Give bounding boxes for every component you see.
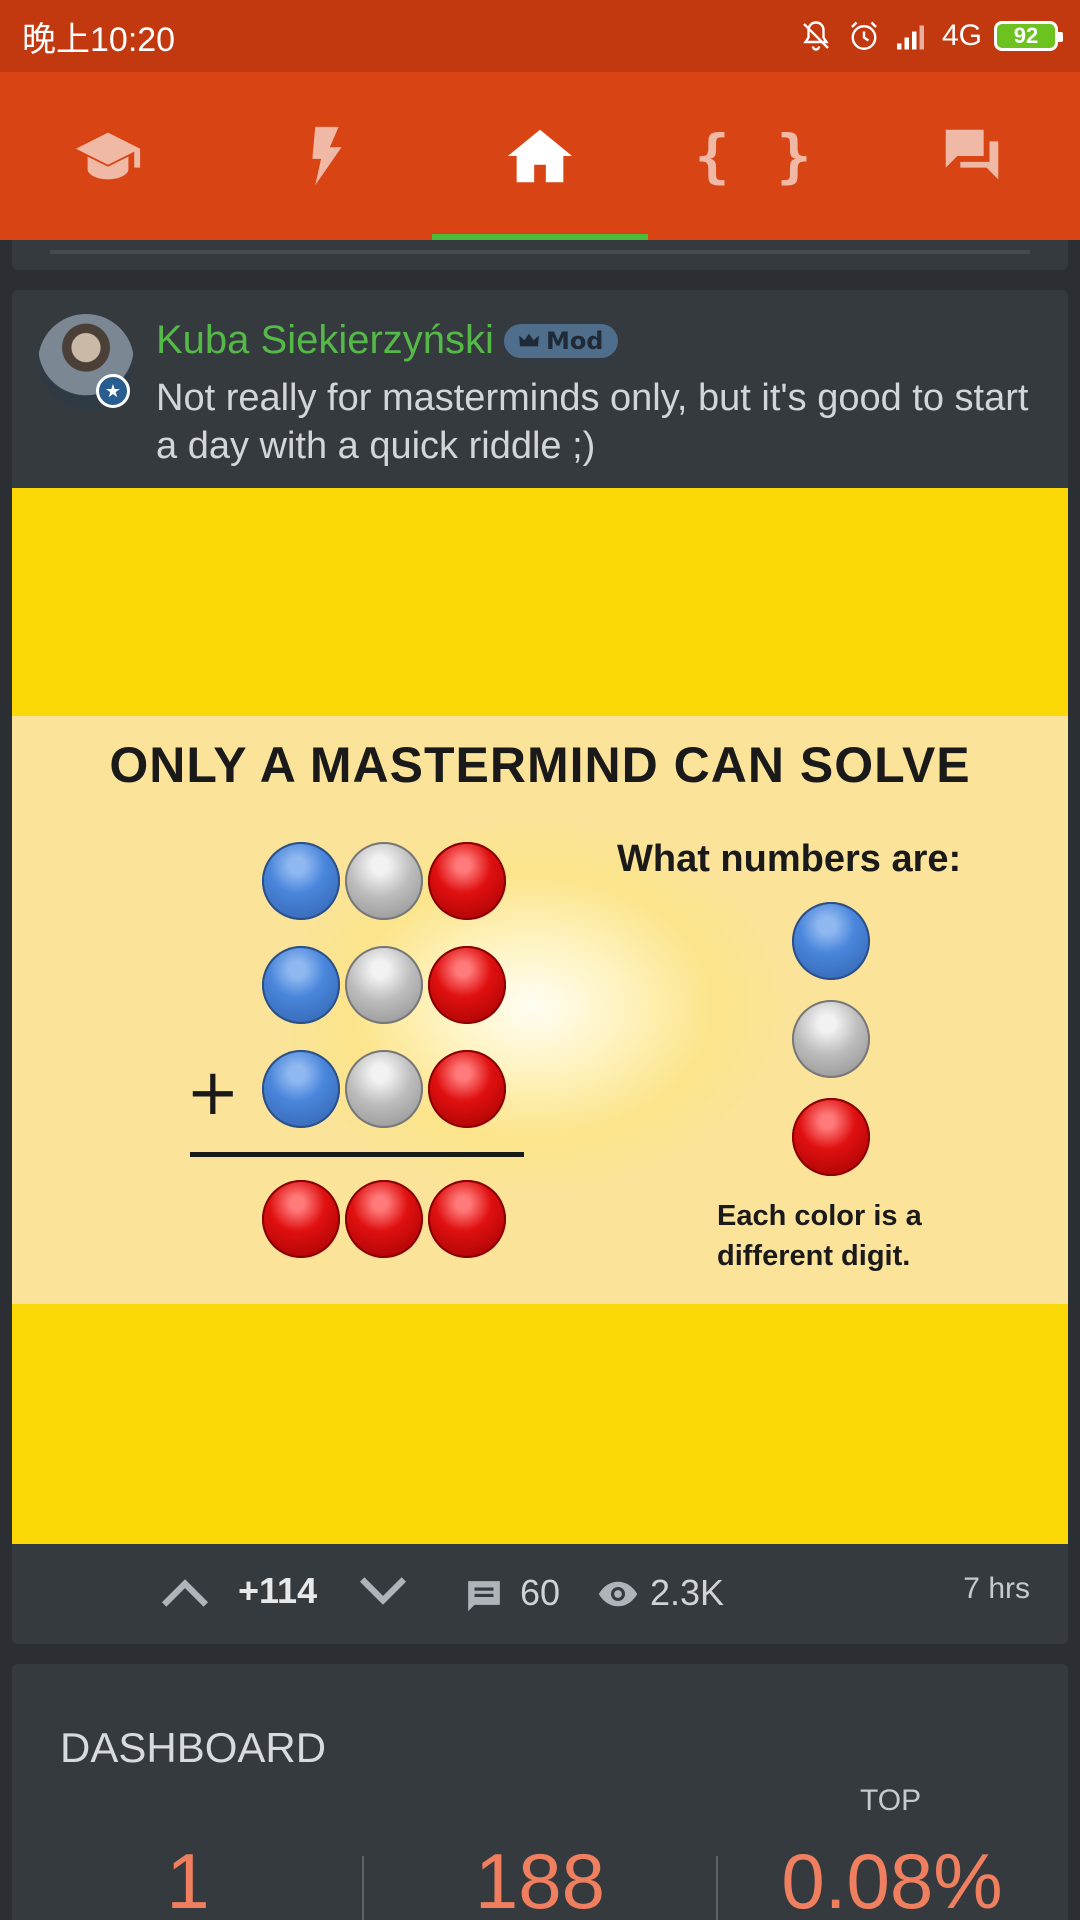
- mod-badge-label: Mod: [545, 326, 604, 355]
- stat-value: 0.08%: [781, 1837, 1003, 1920]
- battery-level: 92: [1013, 23, 1039, 48]
- stat-divider: [362, 1856, 364, 1920]
- status-time: 晚上10:20: [22, 20, 176, 59]
- red-ball: [428, 842, 506, 920]
- red-ball: [428, 946, 506, 1024]
- star-icon: ★: [96, 374, 130, 408]
- tab-discuss[interactable]: [864, 72, 1080, 240]
- plus-sign: +: [186, 1056, 240, 1130]
- sum-line: [190, 1152, 524, 1157]
- post-card[interactable]: ★ Kuba Siekierzyński Mod Not really for …: [12, 290, 1068, 1644]
- top-label: TOP: [860, 1784, 922, 1817]
- gray-ball: [345, 842, 423, 920]
- red-ball: [428, 1050, 506, 1128]
- comment-count[interactable]: 60: [520, 1572, 560, 1614]
- post-header: Kuba Siekierzyński Mod: [156, 318, 618, 363]
- comment-icon[interactable]: [464, 1578, 504, 1616]
- stat-value: 1: [166, 1837, 210, 1920]
- post-time: 7 hrs: [963, 1572, 1030, 1605]
- author-name[interactable]: Kuba Siekierzyński: [156, 318, 494, 363]
- post-text: Not really for masterminds only, but it'…: [156, 377, 1029, 467]
- vote-score: +114: [238, 1570, 318, 1611]
- red-ball: [428, 1180, 506, 1258]
- blue-ball: [792, 902, 870, 980]
- blue-ball: [262, 946, 340, 1024]
- top-navigation: { }: [0, 72, 1080, 240]
- dashboard-card[interactable]: DASHBOARD TOP 1 188 0.08%: [12, 1664, 1068, 1920]
- notifications-off-icon: [803, 21, 829, 51]
- image-title: ONLY A MASTERMIND CAN SOLVE: [109, 737, 971, 793]
- stat-value: 188: [474, 1837, 606, 1920]
- battery-icon: 92: [994, 21, 1063, 51]
- red-ball: [262, 1180, 340, 1258]
- tab-code[interactable]: { }: [648, 72, 864, 240]
- previous-card-edge: [12, 240, 1068, 270]
- view-count: 2.3K: [650, 1572, 725, 1613]
- dashboard-title: DASHBOARD: [60, 1724, 327, 1771]
- tab-learn[interactable]: [0, 72, 216, 240]
- crown-icon: [519, 333, 539, 346]
- tab-activity[interactable]: [216, 72, 432, 240]
- graduation-cap-icon: [75, 132, 141, 180]
- divider: [50, 250, 1030, 254]
- stat-divider: [716, 1856, 718, 1920]
- signal-icon: [896, 25, 924, 50]
- chat-icon: [945, 129, 999, 180]
- status-icons: 4G 92: [798, 18, 1063, 54]
- network-type: 4G: [941, 19, 982, 52]
- lightning-icon: [312, 126, 342, 186]
- status-bar: 晚上10:20 4G 92: [0, 0, 1080, 72]
- tab-home[interactable]: [432, 72, 648, 240]
- alarm-icon: [851, 21, 877, 50]
- code-braces-icon: { }: [694, 122, 818, 190]
- blue-ball: [262, 1050, 340, 1128]
- upvote-icon[interactable]: [160, 1572, 210, 1612]
- gray-ball: [792, 1000, 870, 1078]
- eye-icon: [598, 1581, 638, 1607]
- blue-ball: [262, 842, 340, 920]
- post-footer: +114 60 2.3K 7 hrs: [12, 1544, 1068, 1644]
- image-question: What numbers are:: [617, 838, 962, 880]
- red-ball: [345, 1180, 423, 1258]
- gray-ball: [345, 946, 423, 1024]
- gray-ball: [345, 1050, 423, 1128]
- downvote-icon[interactable]: [358, 1572, 408, 1612]
- image-note: Each color is a different digit.: [717, 1200, 922, 1272]
- post-image[interactable]: ONLY A MASTERMIND CAN SOLVE What numbers…: [12, 488, 1068, 1544]
- red-ball: [792, 1098, 870, 1176]
- mod-badge: Mod: [503, 323, 618, 358]
- home-icon: [507, 129, 573, 183]
